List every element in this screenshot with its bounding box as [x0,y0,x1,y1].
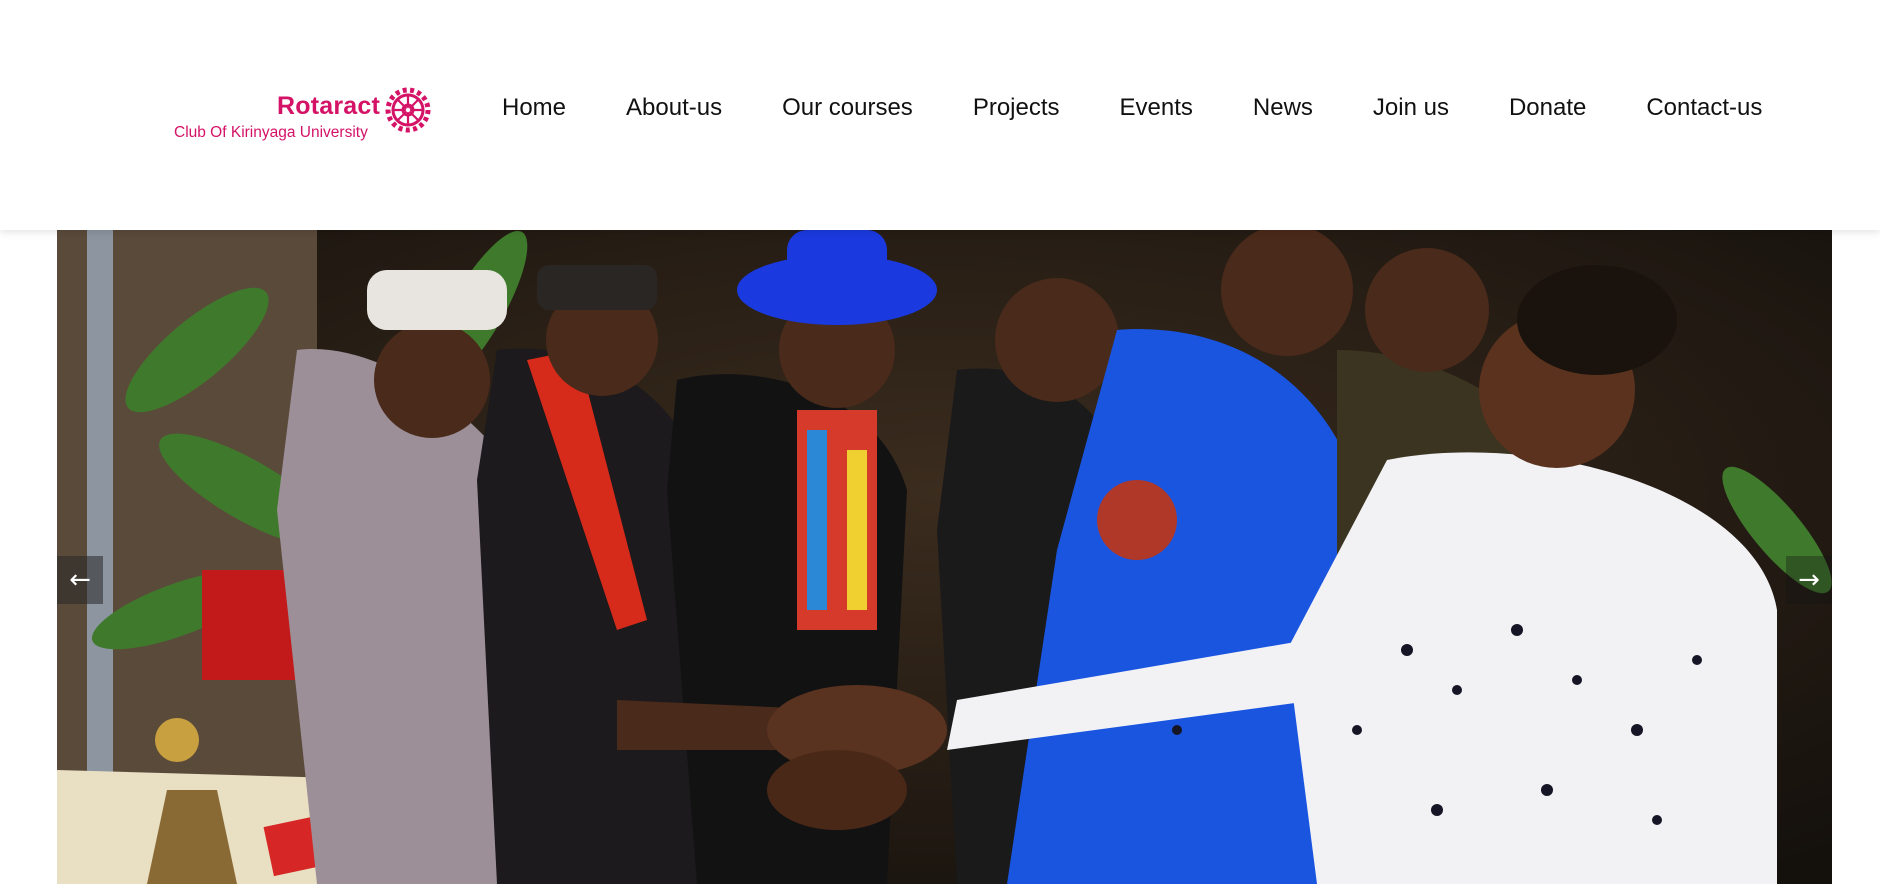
arrow-right-icon: → [1798,565,1820,595]
nav-our-courses[interactable]: Our courses [782,94,913,122]
nav-projects[interactable]: Projects [973,94,1060,122]
logo-subtitle: Club Of Kirinyaga University [174,124,368,141]
arrow-left-icon: ← [69,565,91,595]
slider-next-button[interactable]: → [1786,556,1832,604]
nav-events[interactable]: Events [1120,94,1193,122]
site-logo[interactable]: Rotaract Club Of Kirinyaga University [172,84,434,144]
logo-name: Rotaract [277,92,381,120]
site-header: Rotaract Club Of Kirinyaga University Ho… [0,0,1880,230]
rotary-wheel-icon [385,87,431,133]
main-nav: Home About-us Our courses Projects Event… [502,88,1762,128]
hero-photo [57,230,1832,884]
slider-prev-button[interactable]: ← [57,556,103,604]
nav-contact-us[interactable]: Contact-us [1646,94,1762,122]
nav-donate[interactable]: Donate [1509,94,1586,122]
nav-home[interactable]: Home [502,94,566,122]
nav-about-us[interactable]: About-us [626,94,722,122]
nav-news[interactable]: News [1253,94,1313,122]
hero-slider-image [57,230,1832,884]
nav-join-us[interactable]: Join us [1373,94,1449,122]
